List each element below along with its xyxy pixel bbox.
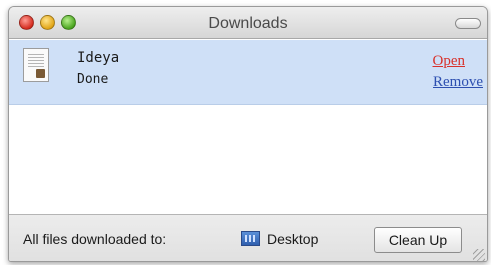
download-location-label: All files downloaded to:: [23, 231, 167, 247]
footer-bar: All files downloaded to: Desktop Clean U…: [9, 214, 487, 261]
window-title: Downloads: [208, 15, 288, 32]
title-bar[interactable]: Downloads: [9, 7, 487, 39]
desktop-folder-icon: [241, 231, 260, 246]
download-item[interactable]: Ideya Done Open Remove: [9, 40, 487, 105]
document-icon: [23, 48, 49, 82]
clean-up-button[interactable]: Clean Up: [374, 227, 462, 253]
toolbar-toggle-button[interactable]: [455, 18, 481, 29]
remove-link[interactable]: Remove: [433, 74, 483, 91]
downloads-list[interactable]: Ideya Done Open Remove: [9, 40, 487, 214]
downloads-window: Downloads Ideya Done Open Remove All fil…: [8, 6, 488, 262]
download-status: Done: [77, 72, 109, 87]
resize-grip-icon[interactable]: [473, 249, 485, 261]
open-link[interactable]: Open: [433, 53, 466, 70]
download-folder-name: Desktop: [267, 231, 319, 247]
download-filename: Ideya: [77, 50, 120, 66]
